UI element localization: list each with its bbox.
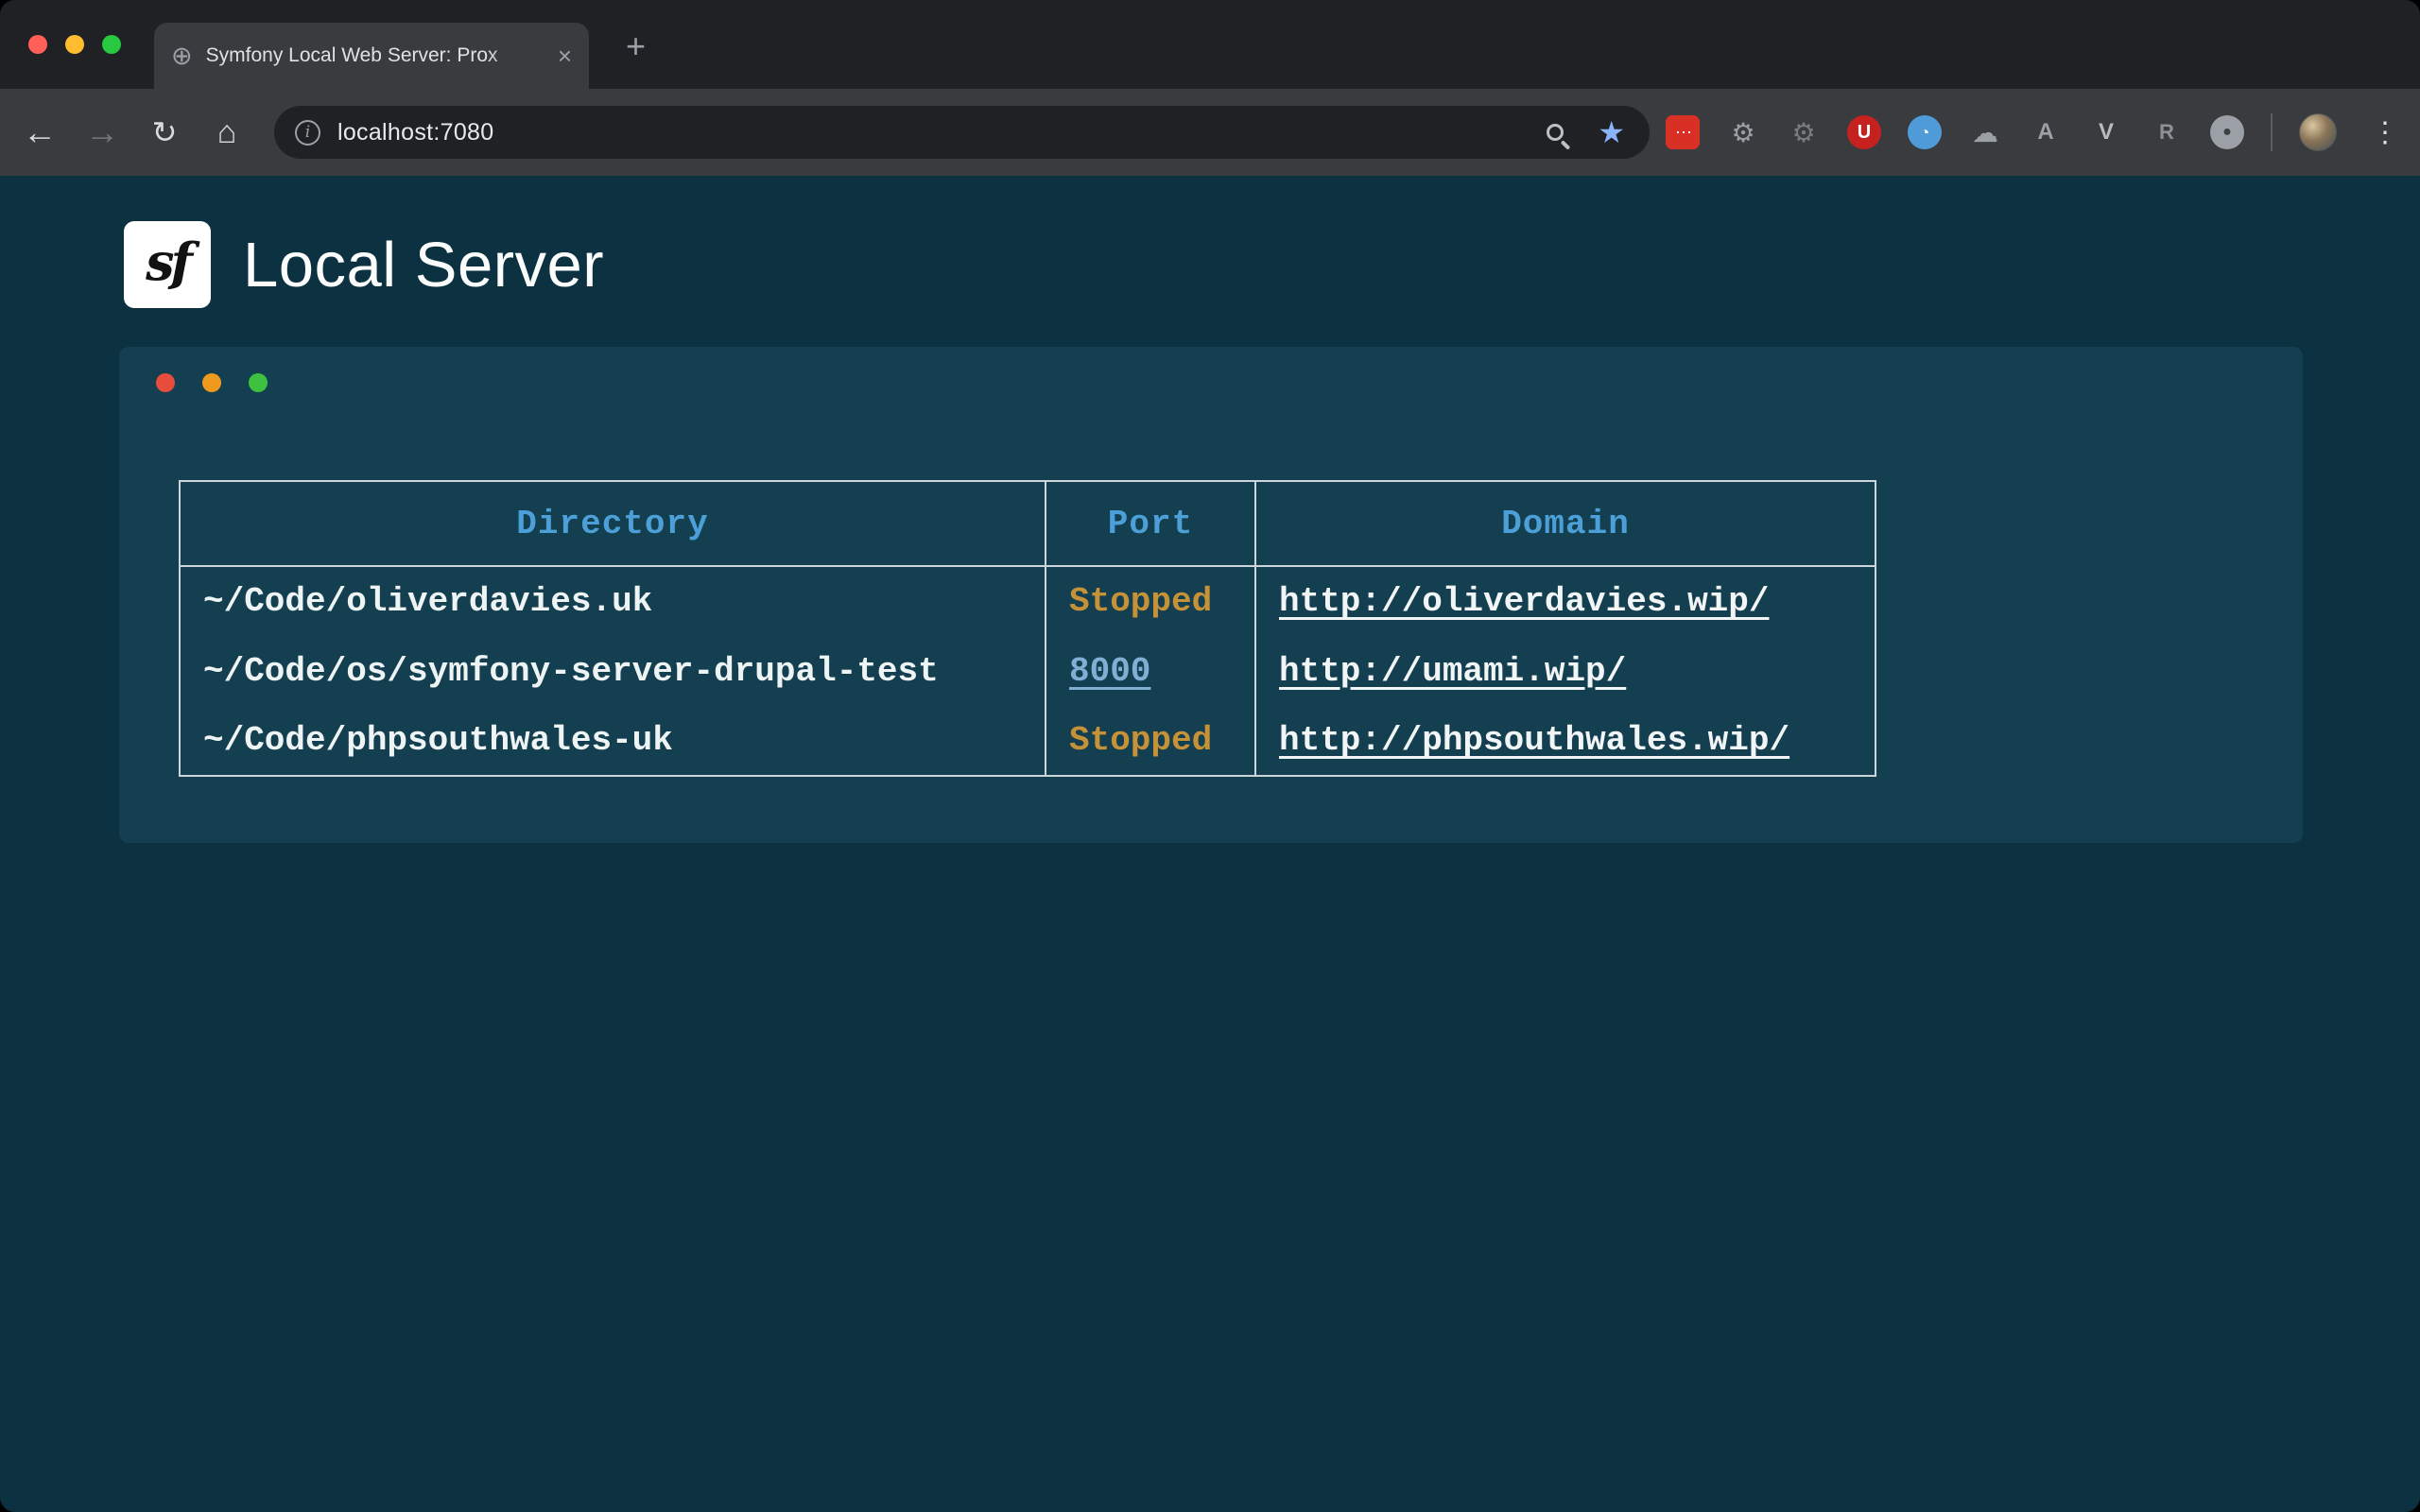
column-header-directory: Directory — [180, 481, 1046, 566]
directory-cell: ~/Code/phpsouthwales-uk — [180, 706, 1046, 776]
port-cell: 8000 — [1046, 636, 1255, 706]
close-window-button[interactable] — [28, 35, 47, 54]
symfony-sf-glyph: sf — [146, 232, 189, 298]
reload-icon[interactable]: ↻ — [136, 89, 193, 176]
port-cell: Stopped — [1046, 706, 1255, 776]
home-icon[interactable]: ⌂ — [199, 89, 255, 176]
ublock-extension-icon[interactable]: U — [1847, 115, 1881, 149]
page-content: sf Local Server Directory Port Domain — [0, 176, 2420, 1512]
tab-close-icon[interactable]: × — [558, 42, 572, 71]
table-header-row: Directory Port Domain — [180, 481, 1876, 566]
green-dot-icon — [249, 373, 268, 392]
table-row: ~/Code/phpsouthwales-uk Stopped http://p… — [180, 706, 1876, 776]
domain-link[interactable]: http://umami.wip/ — [1279, 652, 1626, 691]
domain-cell: http://umami.wip/ — [1255, 636, 1876, 706]
new-tab-button[interactable]: + — [626, 26, 646, 66]
domain-cell: http://phpsouthwales.wip/ — [1255, 706, 1876, 776]
zoom-icon[interactable] — [1547, 124, 1564, 141]
domain-link[interactable]: http://oliverdavies.wip/ — [1279, 582, 1769, 621]
bookmark-star-icon[interactable]: ★ — [1598, 114, 1625, 150]
v-letter-extension-icon[interactable]: V — [2089, 115, 2123, 149]
directory-cell: ~/Code/os/symfony-server-drupal-test — [180, 636, 1046, 706]
globe-favicon-icon: ⊕ — [171, 42, 193, 71]
minimize-window-button[interactable] — [65, 35, 84, 54]
table-row: ~/Code/oliverdavies.uk Stopped http://ol… — [180, 566, 1876, 636]
domain-cell: http://oliverdavies.wip/ — [1255, 566, 1876, 636]
back-icon[interactable]: ← — [11, 89, 68, 176]
gear-extension-icon[interactable]: ⚙ — [1726, 115, 1760, 149]
github-extension-icon[interactable]: ● — [2210, 115, 2244, 149]
column-header-domain: Domain — [1255, 481, 1876, 566]
red-dot-icon — [156, 373, 175, 392]
port-status: Stopped — [1069, 721, 1212, 760]
browser-tab[interactable]: ⊕ Symfony Local Web Server: Prox × — [154, 23, 589, 89]
cloud-extension-icon[interactable]: ☁ — [1968, 115, 2002, 149]
dark-gear-extension-icon[interactable]: ⚙ — [1787, 115, 1821, 149]
zoom-window-button[interactable] — [102, 35, 121, 54]
url-text[interactable]: localhost:7080 — [337, 119, 493, 146]
port-status: Stopped — [1069, 582, 1212, 621]
page-header: sf Local Server — [124, 221, 604, 308]
profile-avatar[interactable] — [2299, 113, 2337, 151]
tab-title: Symfony Local Web Server: Prox — [206, 44, 548, 67]
table-row: ~/Code/os/symfony-server-drupal-test 800… — [180, 636, 1876, 706]
window-controls — [28, 35, 121, 54]
server-card: Directory Port Domain ~/Code/oliverdavie… — [119, 347, 2303, 843]
card-traffic-dots — [156, 373, 268, 392]
servers-table: Directory Port Domain ~/Code/oliverdavie… — [179, 480, 1876, 777]
browser-window: ⊕ Symfony Local Web Server: Prox × + ← →… — [0, 0, 2420, 1512]
forward-icon[interactable]: → — [74, 89, 130, 176]
column-header-port: Port — [1046, 481, 1255, 566]
port-cell: Stopped — [1046, 566, 1255, 636]
page-title: Local Server — [243, 229, 604, 301]
r-letter-extension-icon[interactable]: R — [2150, 115, 2184, 149]
extensions-row: ⋯ ⚙ ⚙ U ◔ ☁ A V R ● ⋮ — [1666, 89, 2407, 176]
blue-circle-extension-icon[interactable]: ◔ — [1908, 115, 1942, 149]
tab-strip: ⊕ Symfony Local Web Server: Prox × + — [0, 0, 2420, 89]
a-letter-extension-icon[interactable]: A — [2029, 115, 2063, 149]
symfony-logo: sf — [124, 221, 211, 308]
orange-dot-icon — [202, 373, 221, 392]
address-bar[interactable]: i localhost:7080 ★ — [274, 106, 1650, 159]
directory-cell: ~/Code/oliverdavies.uk — [180, 566, 1046, 636]
site-info-icon[interactable]: i — [295, 120, 320, 146]
port-link[interactable]: 8000 — [1069, 652, 1150, 691]
toolbar-divider — [2271, 113, 2273, 151]
domain-link[interactable]: http://phpsouthwales.wip/ — [1279, 721, 1789, 760]
red-grid-extension-icon[interactable]: ⋯ — [1666, 115, 1700, 149]
browser-menu-icon[interactable]: ⋮ — [2363, 116, 2407, 149]
